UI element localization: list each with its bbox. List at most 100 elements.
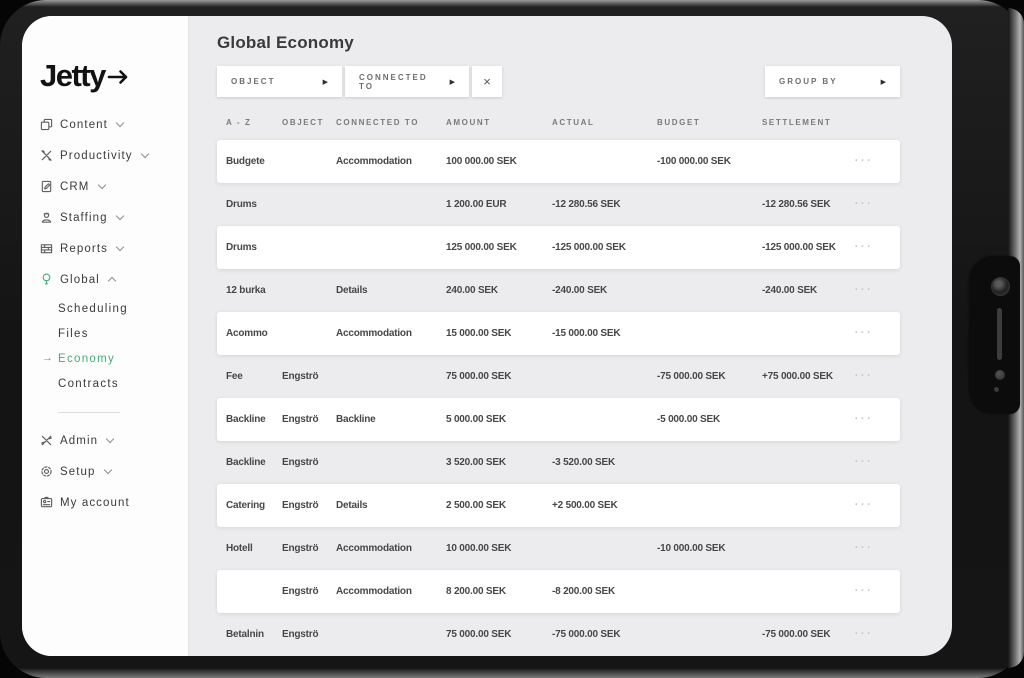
sidebar-item-label: Reports <box>60 243 108 255</box>
table-row[interactable]: Backline Engströ Backline 5 000.00 SEK -… <box>217 398 900 441</box>
sidebar-item-crm[interactable]: CRM <box>40 171 182 202</box>
row-amount: 100 000.00 SEK <box>446 140 546 183</box>
row-connected-to: Backline <box>336 398 440 441</box>
table-row[interactable]: Budgete Accommodation 100 000.00 SEK -10… <box>217 140 900 183</box>
sidebar-item-content[interactable]: Content <box>40 109 182 140</box>
table-row[interactable]: Hotell Engströ Accommodation 10 000.00 S… <box>217 527 900 570</box>
more-options-icon[interactable]: ··· <box>839 269 889 312</box>
sidebar-item-label: Staffing <box>60 212 108 224</box>
close-icon: × <box>483 74 491 89</box>
sidebar-item-label: Content <box>60 119 108 131</box>
more-options-icon[interactable]: ··· <box>839 484 889 527</box>
row-connected-to: Accommodation <box>336 570 440 613</box>
device-frame: Jetty Content Productivity <box>0 0 1024 678</box>
sidebar-item-setup[interactable]: Setup <box>40 456 182 487</box>
group-by-button[interactable]: GROUP BY ▶ <box>765 66 900 97</box>
column-header-actual: ACTUAL <box>552 113 651 133</box>
app-logo: Jetty <box>40 58 131 94</box>
more-options-icon[interactable]: ··· <box>839 398 889 441</box>
sidebar-item-reports[interactable]: Reports <box>40 233 182 264</box>
sidebar-item-my-account[interactable]: My account <box>40 487 182 518</box>
sidebar-item-productivity[interactable]: Productivity <box>40 140 182 171</box>
sidebar-subitem-label: Contracts <box>58 378 119 390</box>
row-name: Backline <box>226 441 276 484</box>
sidebar-subitem-label: Economy <box>58 353 115 365</box>
expand-icon: ▶ <box>881 78 886 86</box>
admin-icon <box>40 434 53 447</box>
more-options-icon[interactable]: ··· <box>839 312 889 355</box>
more-options-icon[interactable]: ··· <box>839 441 889 484</box>
more-options-icon[interactable]: ··· <box>839 140 889 183</box>
sidebar-item-global[interactable]: Global <box>40 264 182 295</box>
clear-filters-button[interactable]: × <box>472 66 502 97</box>
sidebar-subitem-economy[interactable]: → Economy <box>40 346 182 371</box>
chevron-up-icon <box>108 276 116 284</box>
sidebar-item-label: Productivity <box>60 150 133 162</box>
row-name: Hotell <box>226 527 276 570</box>
account-icon <box>40 496 53 509</box>
microphone-icon <box>994 387 999 392</box>
row-amount: 3 520.00 SEK <box>446 441 546 484</box>
table-row[interactable]: Drums 1 200.00 EUR -12 280.56 SEK -12 28… <box>217 183 900 226</box>
row-budget: -75 000.00 SEK <box>657 355 756 398</box>
row-connected-to: Details <box>336 269 440 312</box>
column-header-amount: AMOUNT <box>446 113 546 133</box>
row-name: Drums <box>226 183 276 226</box>
row-budget: -100 000.00 SEK <box>657 140 756 183</box>
chevron-down-icon <box>106 435 114 443</box>
sidebar-item-label: CRM <box>60 181 90 193</box>
volume-slider[interactable] <box>997 308 1002 360</box>
table-row[interactable]: Betalnin Engströ 75 000.00 SEK -75 000.0… <box>217 613 900 656</box>
table-row[interactable]: Catering Engströ Details 2 500.00 SEK +2… <box>217 484 900 527</box>
row-actual: -12 280.56 SEK <box>552 183 651 226</box>
row-object: Engströ <box>282 398 328 441</box>
row-amount: 125 000.00 SEK <box>446 226 546 269</box>
more-options-icon[interactable]: ··· <box>839 226 889 269</box>
table-row[interactable]: Drums 125 000.00 SEK -125 000.00 SEK -12… <box>217 226 900 269</box>
row-object: Engströ <box>282 441 328 484</box>
row-name: Acommo <box>226 312 276 355</box>
expand-icon: ▶ <box>323 78 328 86</box>
sidebar-item-label: Admin <box>60 435 98 447</box>
row-object: Engströ <box>282 613 328 656</box>
table-row[interactable]: Engströ Accommodation 8 200.00 SEK -8 20… <box>217 570 900 613</box>
logo-text: Jetty <box>40 58 105 94</box>
sidebar-subitem-contracts[interactable]: Contracts <box>40 371 182 396</box>
sidebar: Jetty Content Productivity <box>22 16 189 656</box>
more-options-icon[interactable]: ··· <box>839 570 889 613</box>
more-options-icon[interactable]: ··· <box>839 613 889 656</box>
row-amount: 2 500.00 SEK <box>446 484 546 527</box>
row-amount: 240.00 SEK <box>446 269 546 312</box>
sidebar-subitem-label: Scheduling <box>58 303 128 315</box>
more-options-icon[interactable]: ··· <box>839 527 889 570</box>
more-options-icon[interactable]: ··· <box>839 183 889 226</box>
sidebar-item-staffing[interactable]: Staffing <box>40 202 182 233</box>
chevron-down-icon <box>116 119 124 127</box>
table-row[interactable]: Backline Engströ 3 520.00 SEK -3 520.00 … <box>217 441 900 484</box>
expand-icon: ▶ <box>450 78 455 86</box>
chevron-down-icon <box>103 466 111 474</box>
sidebar-subitem-files[interactable]: Files <box>40 321 182 346</box>
table-row[interactable]: Fee Engströ 75 000.00 SEK -75 000.00 SEK… <box>217 355 900 398</box>
more-options-icon[interactable]: ··· <box>839 355 889 398</box>
sidebar-subitem-scheduling[interactable]: Scheduling <box>40 296 182 321</box>
group-by-label: GROUP BY <box>779 77 838 86</box>
column-header-settlement: SETTLEMENT <box>762 113 854 133</box>
content-icon <box>40 118 53 131</box>
row-name: 12 burka <box>226 269 276 312</box>
sidebar-item-admin[interactable]: Admin <box>40 425 182 456</box>
row-amount: 1 200.00 EUR <box>446 183 546 226</box>
column-header-budget: BUDGET <box>657 113 756 133</box>
table-row[interactable]: 12 burka Details 240.00 SEK -240.00 SEK … <box>217 269 900 312</box>
object-filter-button[interactable]: OBJECT ▶ <box>217 66 342 97</box>
row-name: Budgete <box>226 140 276 183</box>
row-actual: -8 200.00 SEK <box>552 570 651 613</box>
column-header-object: OBJECT <box>282 113 328 133</box>
column-header-connected: CONNECTED TO <box>336 113 440 133</box>
filter-bar: OBJECT ▶ CONNECTED TO ▶ × <box>217 66 502 97</box>
table-row[interactable]: Acommo Accommodation 15 000.00 SEK -15 0… <box>217 312 900 355</box>
table-body: Budgete Accommodation 100 000.00 SEK -10… <box>217 140 900 656</box>
connected-to-filter-button[interactable]: CONNECTED TO ▶ <box>345 66 469 97</box>
chevron-down-icon <box>115 212 123 220</box>
row-actual: +2 500.00 SEK <box>552 484 651 527</box>
